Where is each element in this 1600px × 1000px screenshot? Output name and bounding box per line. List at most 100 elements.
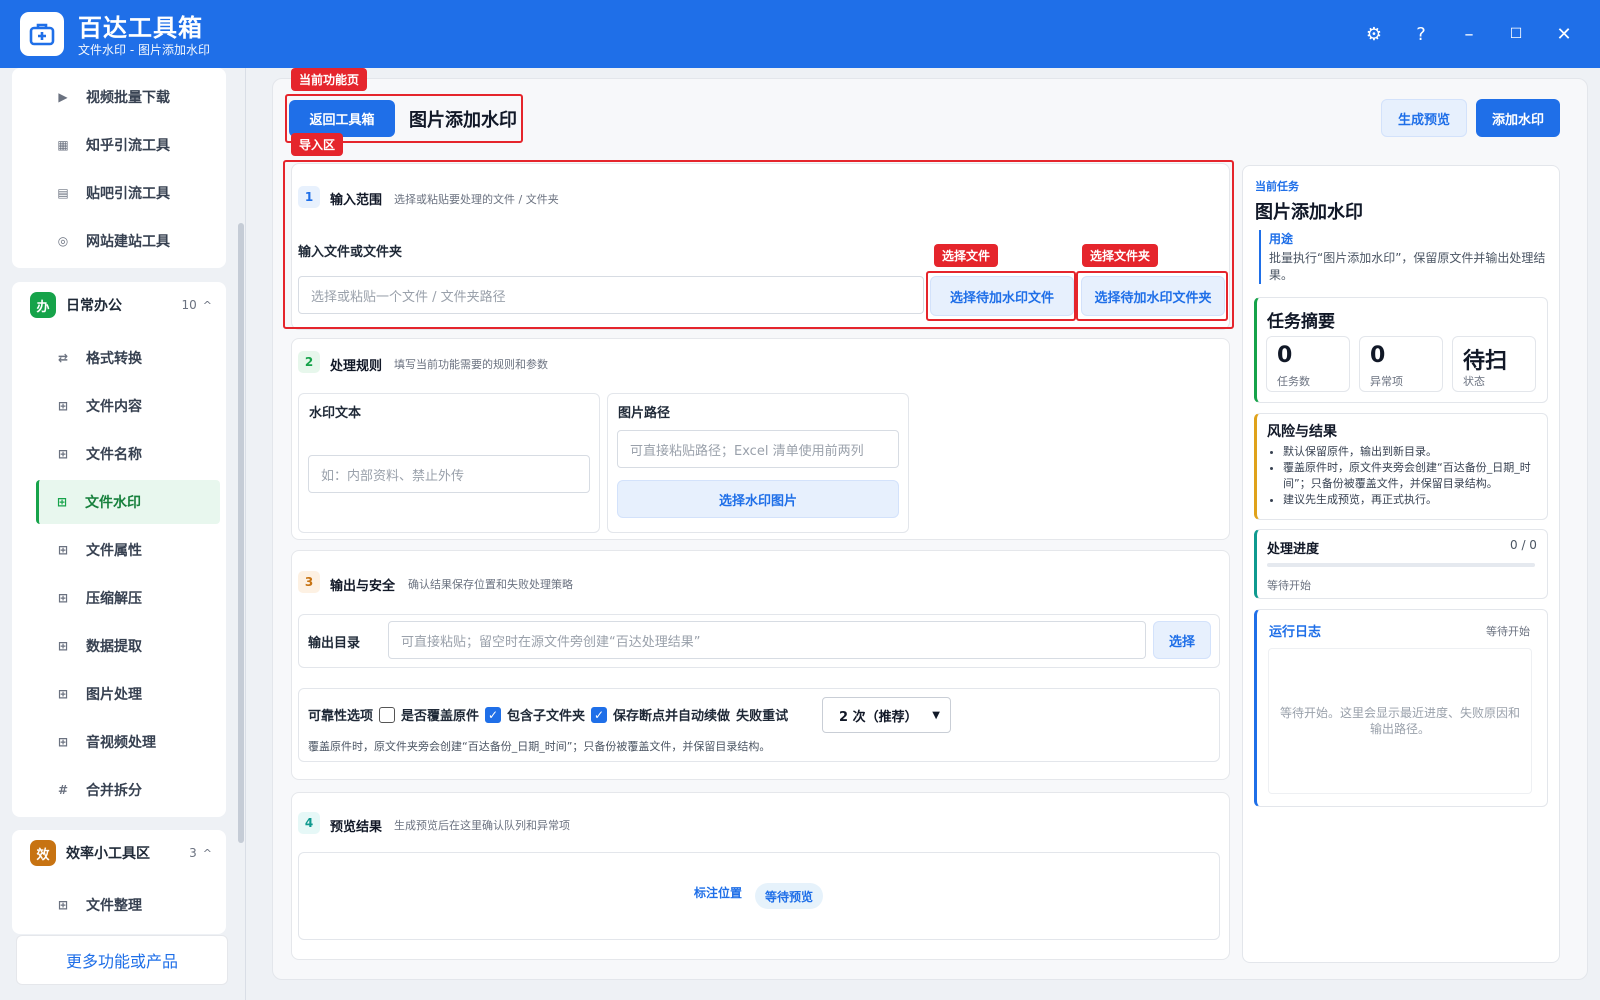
zhihu-icon: ▦ (57, 138, 69, 152)
group-badge: 效 (30, 840, 56, 866)
close-icon[interactable]: ✕ (1550, 20, 1578, 48)
sidebar-item-image-process[interactable]: ⊞ 图片处理 (40, 673, 220, 715)
run-log-area[interactable]: 等待开始。这里会显示最近进度、失败原因和输出路径。 (1268, 648, 1532, 794)
stat-value: 0 (1370, 343, 1386, 368)
chevron-down-icon: ▼ (932, 709, 940, 721)
sidebar-item-label: 贴吧引流工具 (86, 186, 170, 202)
app-subtitle: 文件水印 - 图片添加水印 (78, 43, 210, 57)
risk-item: 默认保留原件，输出到新目录。 (1283, 444, 1541, 460)
sidebar-item-file-attributes[interactable]: ⊞ 文件属性 (40, 529, 220, 571)
section-title: 处理规则 (330, 359, 383, 374)
video-icon: ▶ (58, 90, 68, 104)
grid-icon: ⊞ (57, 898, 69, 912)
sidebar-item-file-content[interactable]: ⊞ 文件内容 (40, 385, 220, 427)
sidebar-item-label: 压缩解压 (86, 591, 142, 607)
sidebar-item-label: 文件内容 (86, 399, 142, 415)
sidebar-item-label: 文件水印 (85, 495, 141, 511)
sidebar-item-label: 文件整理 (86, 898, 142, 914)
overwrite-label: 是否覆盖原件 (401, 709, 480, 724)
retry-label: 失败重试 (736, 709, 789, 724)
collapse-caret-icon[interactable]: ^ (203, 299, 212, 312)
output-dir-input[interactable]: 可直接粘贴；留空时在源文件旁创建“百达处理结果” (388, 621, 1146, 659)
purpose-text: 批量执行“图片添加水印”，保留原文件并输出处理结果。 (1269, 251, 1546, 282)
run-log-title: 运行日志 (1269, 625, 1322, 640)
tieba-icon: ▤ (57, 186, 69, 200)
sidebar-item-website[interactable]: ◎ 网站建站工具 (40, 220, 220, 262)
sidebar-item-merge-split[interactable]: # 合并拆分 (40, 769, 220, 811)
section-description: 确认结果保存位置和失败处理策略 (408, 578, 573, 591)
sidebar-item-file-name[interactable]: ⊞ 文件名称 (40, 433, 220, 475)
stat-key: 任务数 (1277, 375, 1310, 388)
generate-preview-button[interactable]: 生成预览 (1381, 99, 1467, 137)
risk-item: 覆盖原件时，原文件夹旁会创建“百达备份_日期_时间”；只备份被覆盖文件，并保留目… (1283, 460, 1541, 492)
sidebar-item-file-organize[interactable]: ⊞ 文件整理 (40, 884, 220, 926)
current-page-tag: 当前功能页 (291, 68, 368, 91)
sidebar-item-label: 音视频处理 (86, 735, 156, 751)
step-number: 3 (298, 571, 320, 593)
sidebar-item-label: 格式转换 (86, 351, 142, 367)
maximize-icon[interactable]: ☐ (1502, 20, 1530, 48)
section-title: 预览结果 (330, 820, 383, 835)
add-watermark-button[interactable]: 添加水印 (1476, 99, 1560, 137)
sidebar-scrollbar[interactable] (238, 223, 244, 843)
current-task-label: 当前任务 (1255, 180, 1299, 193)
step-number: 4 (298, 812, 320, 834)
minimize-icon[interactable]: – (1455, 20, 1483, 48)
app-logo-icon (20, 12, 64, 56)
risk-title: 风险与结果 (1267, 424, 1337, 440)
grid-icon: ⊞ (57, 399, 69, 413)
overwrite-checkbox[interactable] (379, 706, 396, 723)
resume-checkbox[interactable]: ✓ (591, 706, 608, 723)
risk-list: 默认保留原件，输出到新目录。 覆盖原件时，原文件夹旁会创建“百达备份_日期_时间… (1283, 444, 1541, 508)
choose-output-button[interactable]: 选择 (1153, 621, 1211, 659)
group-header-efficiency[interactable]: 效 效率小工具区 3 ^ (18, 830, 224, 876)
section-title: 输出与安全 (330, 579, 396, 594)
retry-count-select[interactable]: 2 次（推荐） ▼ (822, 697, 951, 733)
settings-gear-icon[interactable]: ⚙ (1360, 20, 1388, 48)
sidebar-item-compress[interactable]: ⊞ 压缩解压 (40, 577, 220, 619)
sidebar-item-label: 文件名称 (86, 447, 142, 463)
stat-status: 待扫 状态 (1452, 336, 1536, 392)
sidebar-item-label: 图片处理 (86, 687, 142, 703)
sidebar-item-label: 数据提取 (86, 639, 142, 655)
watermark-text-label: 水印文本 (309, 406, 362, 421)
sidebar-item-data-extract[interactable]: ⊞ 数据提取 (40, 625, 220, 667)
stat-value: 0 (1277, 343, 1293, 368)
select-file-tag: 选择文件 (934, 244, 999, 267)
help-icon[interactable]: ? (1407, 20, 1435, 48)
purpose-label: 用途 (1269, 232, 1294, 246)
purpose-block: 用途 批量执行“图片添加水印”，保留原文件并输出处理结果。 (1259, 230, 1549, 284)
progress-title: 处理进度 (1267, 542, 1320, 557)
grid-icon: ⊞ (57, 543, 69, 557)
hash-icon: # (57, 783, 69, 797)
reliability-options-row: 可靠性选项 是否覆盖原件 ✓ 包含子文件夹 ✓ 保存断点并自动续做 失败重试 (308, 705, 788, 724)
select-folder-highlight (1076, 271, 1228, 321)
summary-title: 任务摘要 (1267, 312, 1335, 332)
section-description: 生成预览后在这里确认队列和异常项 (394, 819, 570, 832)
sidebar-item-label: 网站建站工具 (86, 234, 170, 250)
grid-icon: ⊞ (57, 687, 69, 701)
output-dir-label: 输出目录 (308, 636, 361, 651)
subfolders-label: 包含子文件夹 (507, 709, 586, 724)
collapse-caret-icon[interactable]: ^ (203, 847, 212, 860)
group-count: 10 (181, 298, 197, 312)
title-bar: 百达工具箱 文件水印 - 图片添加水印 ⚙ ? – ☐ ✕ (0, 0, 1600, 68)
sidebar-item-zhihu[interactable]: ▦ 知乎引流工具 (40, 124, 220, 166)
sidebar-item-file-watermark[interactable]: ⊞ 文件水印 (36, 480, 220, 524)
sidebar-item-audio-video[interactable]: ⊞ 音视频处理 (40, 721, 220, 763)
group-header-daily[interactable]: 办 日常办公 10 ^ (18, 282, 224, 328)
select-watermark-image-button[interactable]: 选择水印图片 (617, 480, 899, 518)
image-path-input[interactable]: 可直接粘贴路径；Excel 清单使用前两列 (617, 430, 899, 468)
grid-icon: ⊞ (57, 591, 69, 605)
run-log-status: 等待开始 (1486, 625, 1530, 638)
sidebar-item-tieba[interactable]: ▤ 贴吧引流工具 (40, 172, 220, 214)
watermark-text-input[interactable]: 如：内部资料、禁止外传 (308, 455, 590, 493)
sidebar-item-video-download[interactable]: ▶ 视频批量下载 (40, 76, 220, 118)
subfolders-checkbox[interactable]: ✓ (485, 706, 502, 723)
globe-icon: ◎ (57, 234, 69, 248)
progress-bar (1267, 563, 1535, 567)
select-file-highlight (926, 271, 1076, 321)
more-products-button[interactable]: 更多功能或产品 (16, 935, 228, 985)
import-area-tag: 导入区 (291, 133, 344, 156)
sidebar-item-format-convert[interactable]: ⇄ 格式转换 (40, 337, 220, 379)
